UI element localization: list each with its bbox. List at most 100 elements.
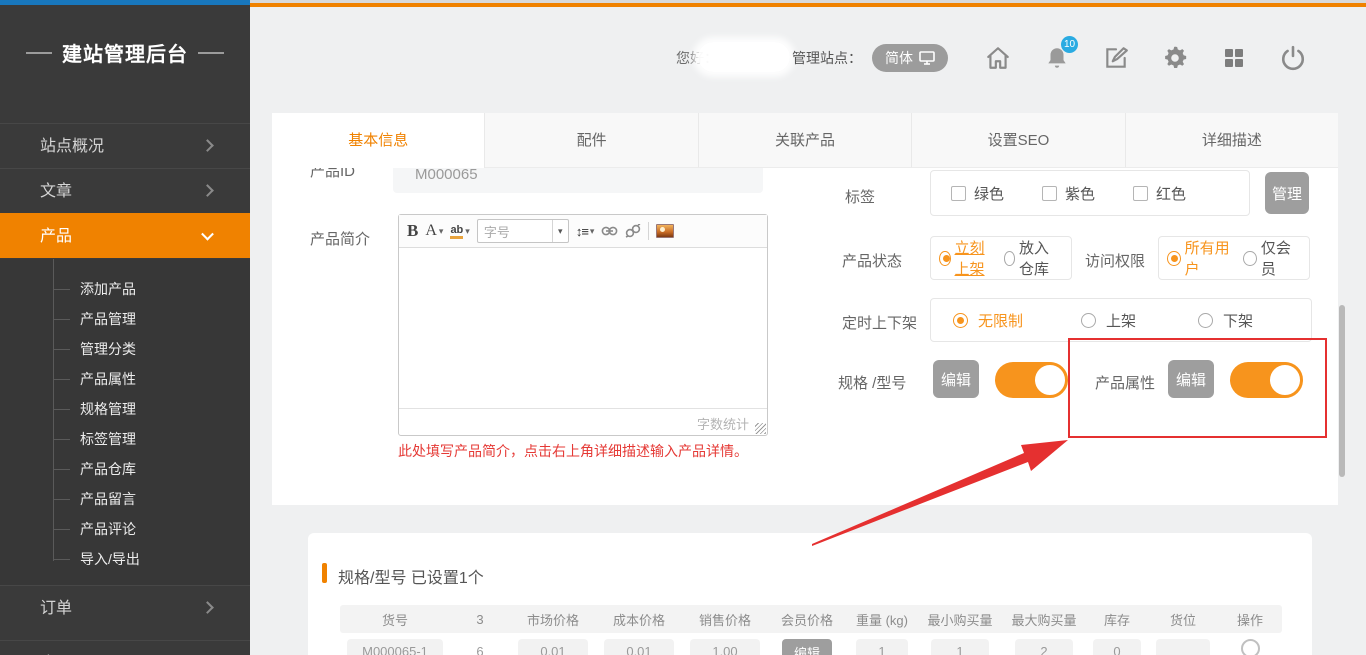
col-slot: 货位 <box>1148 610 1218 629</box>
sidebar-item-site-overview[interactable]: 站点概况 <box>0 123 250 168</box>
insert-link-icon[interactable] <box>601 225 618 237</box>
edit-icon[interactable] <box>1101 43 1131 73</box>
tab-seo[interactable]: 设置SEO <box>912 113 1125 168</box>
home-icon[interactable] <box>983 43 1013 73</box>
intro-hint-text: 此处填写产品简介，点击右上角详细描述输入产品详情。 <box>398 441 748 461</box>
submenu-import-export[interactable]: 导入/导出 <box>0 544 250 574</box>
radio-on-shelf[interactable] <box>939 251 951 266</box>
sidebar-item-articles[interactable]: 文章 <box>0 168 250 213</box>
bold-button[interactable]: B <box>407 221 418 241</box>
submenu-spec-manage[interactable]: 规格管理 <box>0 394 250 424</box>
col-sale-price: 销售价格 <box>682 610 768 629</box>
tab-detail-desc[interactable]: 详细描述 <box>1126 113 1338 168</box>
checkbox-purple[interactable] <box>1042 186 1057 201</box>
spec-toggle-on[interactable] <box>995 362 1067 398</box>
submenu-product-messages[interactable]: 产品留言 <box>0 484 250 514</box>
sidebar-item-label: 文章 <box>40 183 72 200</box>
language-button[interactable]: 简体 <box>872 44 948 72</box>
tab-related-products[interactable]: 关联产品 <box>699 113 912 168</box>
radio-members-only[interactable] <box>1243 251 1257 266</box>
insert-image-button[interactable] <box>656 224 674 238</box>
resize-handle[interactable] <box>755 423 766 434</box>
attr-toggle-on[interactable] <box>1230 362 1302 398</box>
font-color-label: A <box>425 222 437 240</box>
submenu-product-attrs[interactable]: 产品属性 <box>0 364 250 394</box>
radio-no-limit[interactable] <box>953 313 968 328</box>
radio-to-warehouse[interactable] <box>1004 251 1016 266</box>
notifications-bell-icon[interactable]: 10 <box>1042 43 1072 73</box>
checkbox-green[interactable] <box>951 186 966 201</box>
section-accent-bar <box>322 563 327 583</box>
product-status-label: 产品状态 <box>842 250 902 271</box>
radio-label-members-only: 仅会员 <box>1261 237 1301 279</box>
attr-edit-button[interactable]: 编辑 <box>1168 360 1214 398</box>
products-submenu: 添加产品 产品管理 管理分类 产品属性 规格管理 标签管理 产品仓库 产品留言 … <box>0 259 250 585</box>
max-buy-input[interactable]: 2 <box>1015 639 1073 655</box>
sku-input[interactable]: M000065-1 <box>347 639 443 655</box>
submenu-product-manage[interactable]: 产品管理 <box>0 304 250 334</box>
vertical-scrollbar-thumb[interactable] <box>1339 305 1345 477</box>
product-intro-label: 产品简介 <box>310 228 370 249</box>
stock-input[interactable]: 0 <box>1093 639 1141 655</box>
col-actions: 操作 <box>1218 610 1282 629</box>
submenu-label: 管理分类 <box>80 341 136 357</box>
remove-row-icon[interactable] <box>1241 639 1260 655</box>
slot-input[interactable] <box>1156 639 1210 655</box>
font-size-select[interactable]: 字号 ▾ <box>477 219 569 243</box>
weight-input[interactable]: 1 <box>856 639 908 655</box>
tab-basic-info[interactable]: 基本信息 <box>272 113 485 168</box>
title-dash-right <box>198 52 224 54</box>
chevron-down-icon <box>201 228 214 241</box>
schedule-group: 无限制 上架 下架 <box>930 298 1312 342</box>
redacted-username <box>698 42 790 72</box>
tab-accessories[interactable]: 配件 <box>485 113 698 168</box>
sidebar-item-label: 站点概况 <box>40 138 104 155</box>
apps-grid-icon[interactable] <box>1219 43 1249 73</box>
settings-gear-icon[interactable] <box>1160 43 1190 73</box>
spec-edit-button[interactable]: 编辑 <box>933 360 979 398</box>
checkbox-red[interactable] <box>1133 186 1148 201</box>
min-buy-input[interactable]: 1 <box>931 639 989 655</box>
submenu-manage-category[interactable]: 管理分类 <box>0 334 250 364</box>
radio-schedule-on[interactable] <box>1081 313 1096 328</box>
market-price-input[interactable]: 0.01 <box>518 639 588 655</box>
remove-link-icon[interactable] <box>625 224 641 238</box>
language-label: 简体 <box>885 48 913 68</box>
editor-content-area[interactable] <box>399 248 767 408</box>
sidebar-item-label: 产品 <box>40 228 72 245</box>
highlight-label: ab <box>450 224 463 239</box>
app-title: 建站管理后台 <box>0 38 250 67</box>
submenu-product-reviews[interactable]: 产品评论 <box>0 514 250 544</box>
submenu-product-warehouse[interactable]: 产品仓库 <box>0 454 250 484</box>
monitor-icon <box>919 51 935 65</box>
title-dash-left <box>26 52 52 54</box>
spec-value: 6 <box>476 639 483 655</box>
radio-all-users[interactable] <box>1167 251 1181 266</box>
access-group: 所有用户 仅会员 <box>1158 236 1310 280</box>
product-form-card: 产品ID M000065 产品简介 B A▾ ab▾ 字号 ▾ ↕≡▾ <box>272 113 1338 505</box>
col-sku: 货号 <box>340 610 450 629</box>
font-color-button[interactable]: A▾ <box>425 222 443 240</box>
manage-site-label: 管理站点： <box>792 48 862 68</box>
sidebar-item-members[interactable]: 会员 <box>0 640 250 655</box>
sale-price-input[interactable]: 1.00 <box>690 639 760 655</box>
radio-schedule-off[interactable] <box>1198 313 1213 328</box>
toggle-knob <box>1032 362 1068 398</box>
submenu-add-product[interactable]: 添加产品 <box>0 274 250 304</box>
cost-price-input[interactable]: 0.01 <box>604 639 674 655</box>
caret-down-icon: ▾ <box>552 220 568 242</box>
highlight-button[interactable]: ab▾ <box>450 224 469 239</box>
col-spec: 3 <box>450 612 510 627</box>
sidebar-item-products[interactable]: 产品 <box>0 213 250 258</box>
logout-power-icon[interactable] <box>1278 43 1308 73</box>
manage-tags-button[interactable]: 管理 <box>1265 172 1309 214</box>
submenu-label: 产品留言 <box>80 491 136 507</box>
line-spacing-button[interactable]: ↕≡▾ <box>576 224 595 239</box>
sidebar-item-orders[interactable]: 订单 <box>0 585 250 630</box>
schedule-label: 定时上下架 <box>842 312 917 333</box>
col-weight: 重量 (kg) <box>846 610 918 629</box>
admin-page: 建站管理后台 站点概况 文章 产品 添加产品 产品管理 管理分类 产品属性 规格… <box>0 0 1366 655</box>
submenu-tag-manage[interactable]: 标签管理 <box>0 424 250 454</box>
tag-label: 标签 <box>845 186 875 207</box>
member-price-edit-button[interactable]: 编辑 <box>782 639 832 655</box>
